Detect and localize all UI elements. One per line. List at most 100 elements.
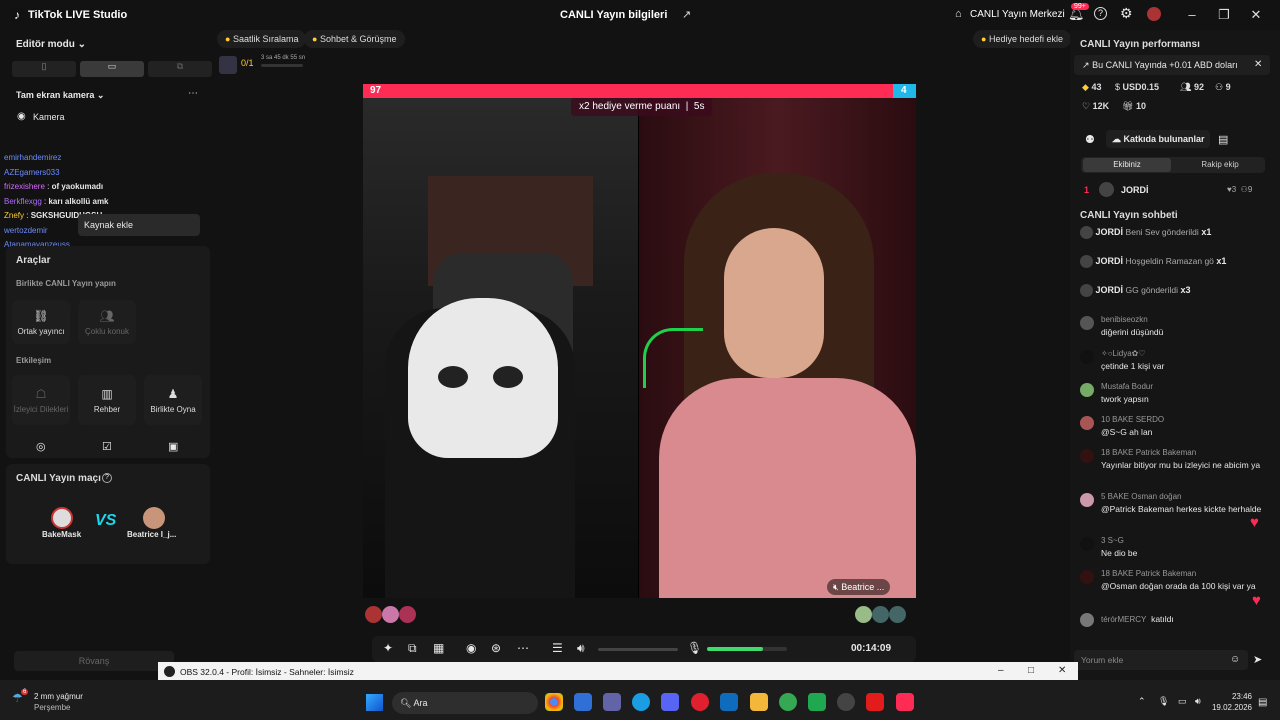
youtube-icon[interactable] [866, 693, 884, 711]
volume-slider[interactable] [598, 648, 678, 651]
opera-icon[interactable] [691, 693, 709, 711]
dual-tab[interactable]: ⧉ [148, 61, 212, 77]
discord-icon[interactable] [661, 693, 679, 711]
mic-level[interactable] [707, 647, 787, 651]
rematch-button[interactable]: Rövanş [14, 651, 174, 671]
avatar[interactable] [1147, 7, 1161, 21]
tab-our-team[interactable]: Ekibiniz [1083, 158, 1171, 172]
send-icon[interactable]: ➤ [1253, 653, 1262, 666]
obs-maximize-icon[interactable]: □ [1028, 665, 1034, 676]
mute-icon: 🔇︎ [833, 582, 839, 592]
clock-date[interactable]: 19.02.2026 [1204, 703, 1252, 712]
speaker-icon[interactable]: 🔊︎ [577, 641, 585, 656]
joystick-icon: ♟ [167, 386, 179, 401]
obs-close-icon[interactable]: ✕ [1058, 665, 1066, 676]
gear-icon[interactable]: ⚙ [1120, 5, 1133, 22]
app-title: TikTok LIVE Studio [28, 9, 128, 21]
edge-icon[interactable] [632, 693, 650, 711]
chat-message: ✧○Lidya✿♡ çetinde 1 kişi var [1080, 348, 1270, 381]
hourly-ranking-button[interactable]: ● Saatlik Sıralama [217, 30, 307, 48]
people-icon: 👥︎ [99, 308, 115, 323]
share-icon[interactable]: ↗ [682, 8, 691, 21]
network-icon[interactable]: ▭ [1178, 696, 1187, 707]
stat-likes: ♡ 12K [1082, 101, 1110, 111]
list-icon[interactable]: ▤ [1218, 133, 1228, 146]
volume-tray-icon[interactable]: 🔊︎ [1195, 696, 1201, 707]
user-add-icon[interactable]: ⚉ [1085, 133, 1095, 146]
target-icon[interactable]: ◎ [36, 440, 46, 453]
record-icon[interactable]: ◉ [466, 641, 476, 655]
stat-diamonds: ◆ 43 [1082, 82, 1102, 92]
chrome-icon[interactable] [545, 693, 563, 711]
taskbar-search[interactable]: 🔍︎ Ara [392, 692, 538, 714]
multiguest-button[interactable]: 👥︎ Çoklu konuk [78, 300, 136, 344]
obs-minimize-icon[interactable]: – [998, 665, 1004, 676]
tiktok-taskbar-icon[interactable] [896, 693, 914, 711]
box-icon[interactable]: ▣ [168, 440, 178, 453]
interaction-heading: Etkileşim [16, 356, 52, 365]
editor-mode-dropdown[interactable]: Editör modu ⌄ [16, 39, 86, 50]
gift-goal-button[interactable]: ● Hediye hedefi ekle [973, 30, 1072, 48]
live-center-link[interactable]: CANLI Yayın Merkezi [970, 9, 1065, 20]
magic-wand-icon[interactable]: ✦ [383, 641, 393, 655]
settings-sliders-icon[interactable]: ☰ [552, 641, 563, 655]
cohost-button[interactable]: ⛓ Ortak yayıncı [12, 300, 70, 344]
guide-button[interactable]: ▥ Rehber [78, 375, 136, 425]
close-icon[interactable]: ✕ [1246, 6, 1266, 24]
chat-list: benibiseozkn diğerini düşündü ✧○Lidya✿♡ çe… [1080, 314, 1270, 633]
viewer-requests-button[interactable]: ☖ İzleyici Dilekleri [12, 375, 70, 425]
info-icon[interactable]: ? [102, 473, 112, 483]
right-name-tag: 🔇︎ Beatrice ... [827, 579, 891, 595]
notification-tray-icon[interactable]: ▤ [1258, 697, 1267, 708]
play-together-button[interactable]: ♟ Birlikte Oyna [144, 375, 202, 425]
left-score: 97 [370, 85, 382, 96]
chat-meet-button[interactable]: ● Sohbet & Görüşme [304, 30, 405, 48]
tab-opponent[interactable]: Rakip ekip [1177, 158, 1263, 172]
weather-text[interactable]: 2 mm yağmur [34, 692, 83, 701]
right-stream: 🔇︎ Beatrice ... [639, 98, 916, 598]
emoji-icon[interactable]: ☺ [1230, 654, 1240, 665]
teams-icon[interactable] [603, 693, 621, 711]
clock-time[interactable]: 23:46 [1214, 692, 1252, 701]
store-icon[interactable] [574, 693, 592, 711]
contributors-button[interactable]: ☁ Katkıda bulunanlar [1106, 130, 1210, 148]
camera-switch-icon[interactable]: ⊛ [491, 641, 501, 655]
chrome-alt-icon[interactable] [779, 693, 797, 711]
folder-icon[interactable] [750, 693, 768, 711]
chat-message: Mustafa Bodur twork yapsın [1080, 381, 1270, 414]
match-heading: CANLI Yayın maçı [16, 473, 101, 484]
together-heading: Birlikte CANLI Yayın yapın [16, 279, 116, 288]
maximize-icon[interactable]: ❐ [1214, 6, 1234, 24]
goal-count: 0/1 [241, 58, 254, 68]
layout-icon[interactable]: ▦ [433, 641, 444, 655]
live-info-title[interactable]: CANLI Yayın bilgileri [560, 9, 667, 21]
obs-taskbar-icon[interactable] [837, 693, 855, 711]
minimize-icon[interactable]: – [1182, 6, 1202, 24]
help-icon[interactable]: ? [1094, 7, 1107, 20]
checklist-icon[interactable]: ☑ [102, 440, 112, 453]
microphone-icon[interactable]: 🎙︎ [687, 641, 702, 655]
camera-source[interactable]: Kamera [33, 112, 65, 122]
game-icon[interactable] [808, 693, 826, 711]
scene-dropdown[interactable]: Tam ekran kamera ⌄ [16, 90, 104, 101]
home-icon: ⌂ [955, 8, 962, 20]
goal-icon [219, 56, 237, 74]
tiktok-logo-icon: ♪ [10, 8, 24, 22]
obs-window-bar[interactable]: OBS 32.0.4 - Profil: İsimsiz - Sahneler:… [158, 662, 1078, 682]
chat-message: 10 BAKE SERDO @S~G ah lan [1080, 414, 1270, 447]
more-options-icon[interactable]: ⋯ [517, 641, 529, 655]
goal-progress [261, 64, 303, 67]
landscape-tab[interactable]: ▭ [80, 61, 144, 77]
weather-day: Perşembe [34, 703, 71, 712]
effects-icon[interactable]: ⧉ [408, 641, 417, 656]
mic-tray-icon[interactable]: 🎙︎ [1158, 696, 1169, 707]
close-banner-icon[interactable]: ✕ [1254, 59, 1262, 70]
windows-start-icon[interactable] [366, 694, 383, 711]
left-team-avatars [365, 606, 427, 624]
comment-input[interactable]: Yorum ekle [1074, 650, 1248, 670]
more-icon[interactable]: ⋯ [188, 88, 198, 99]
tray-chevron-icon[interactable]: ⌃ [1138, 696, 1146, 707]
add-source-button[interactable]: Kaynak ekle [78, 214, 200, 236]
mail-icon[interactable] [720, 693, 738, 711]
portrait-tab[interactable]: ▯ [12, 61, 76, 77]
